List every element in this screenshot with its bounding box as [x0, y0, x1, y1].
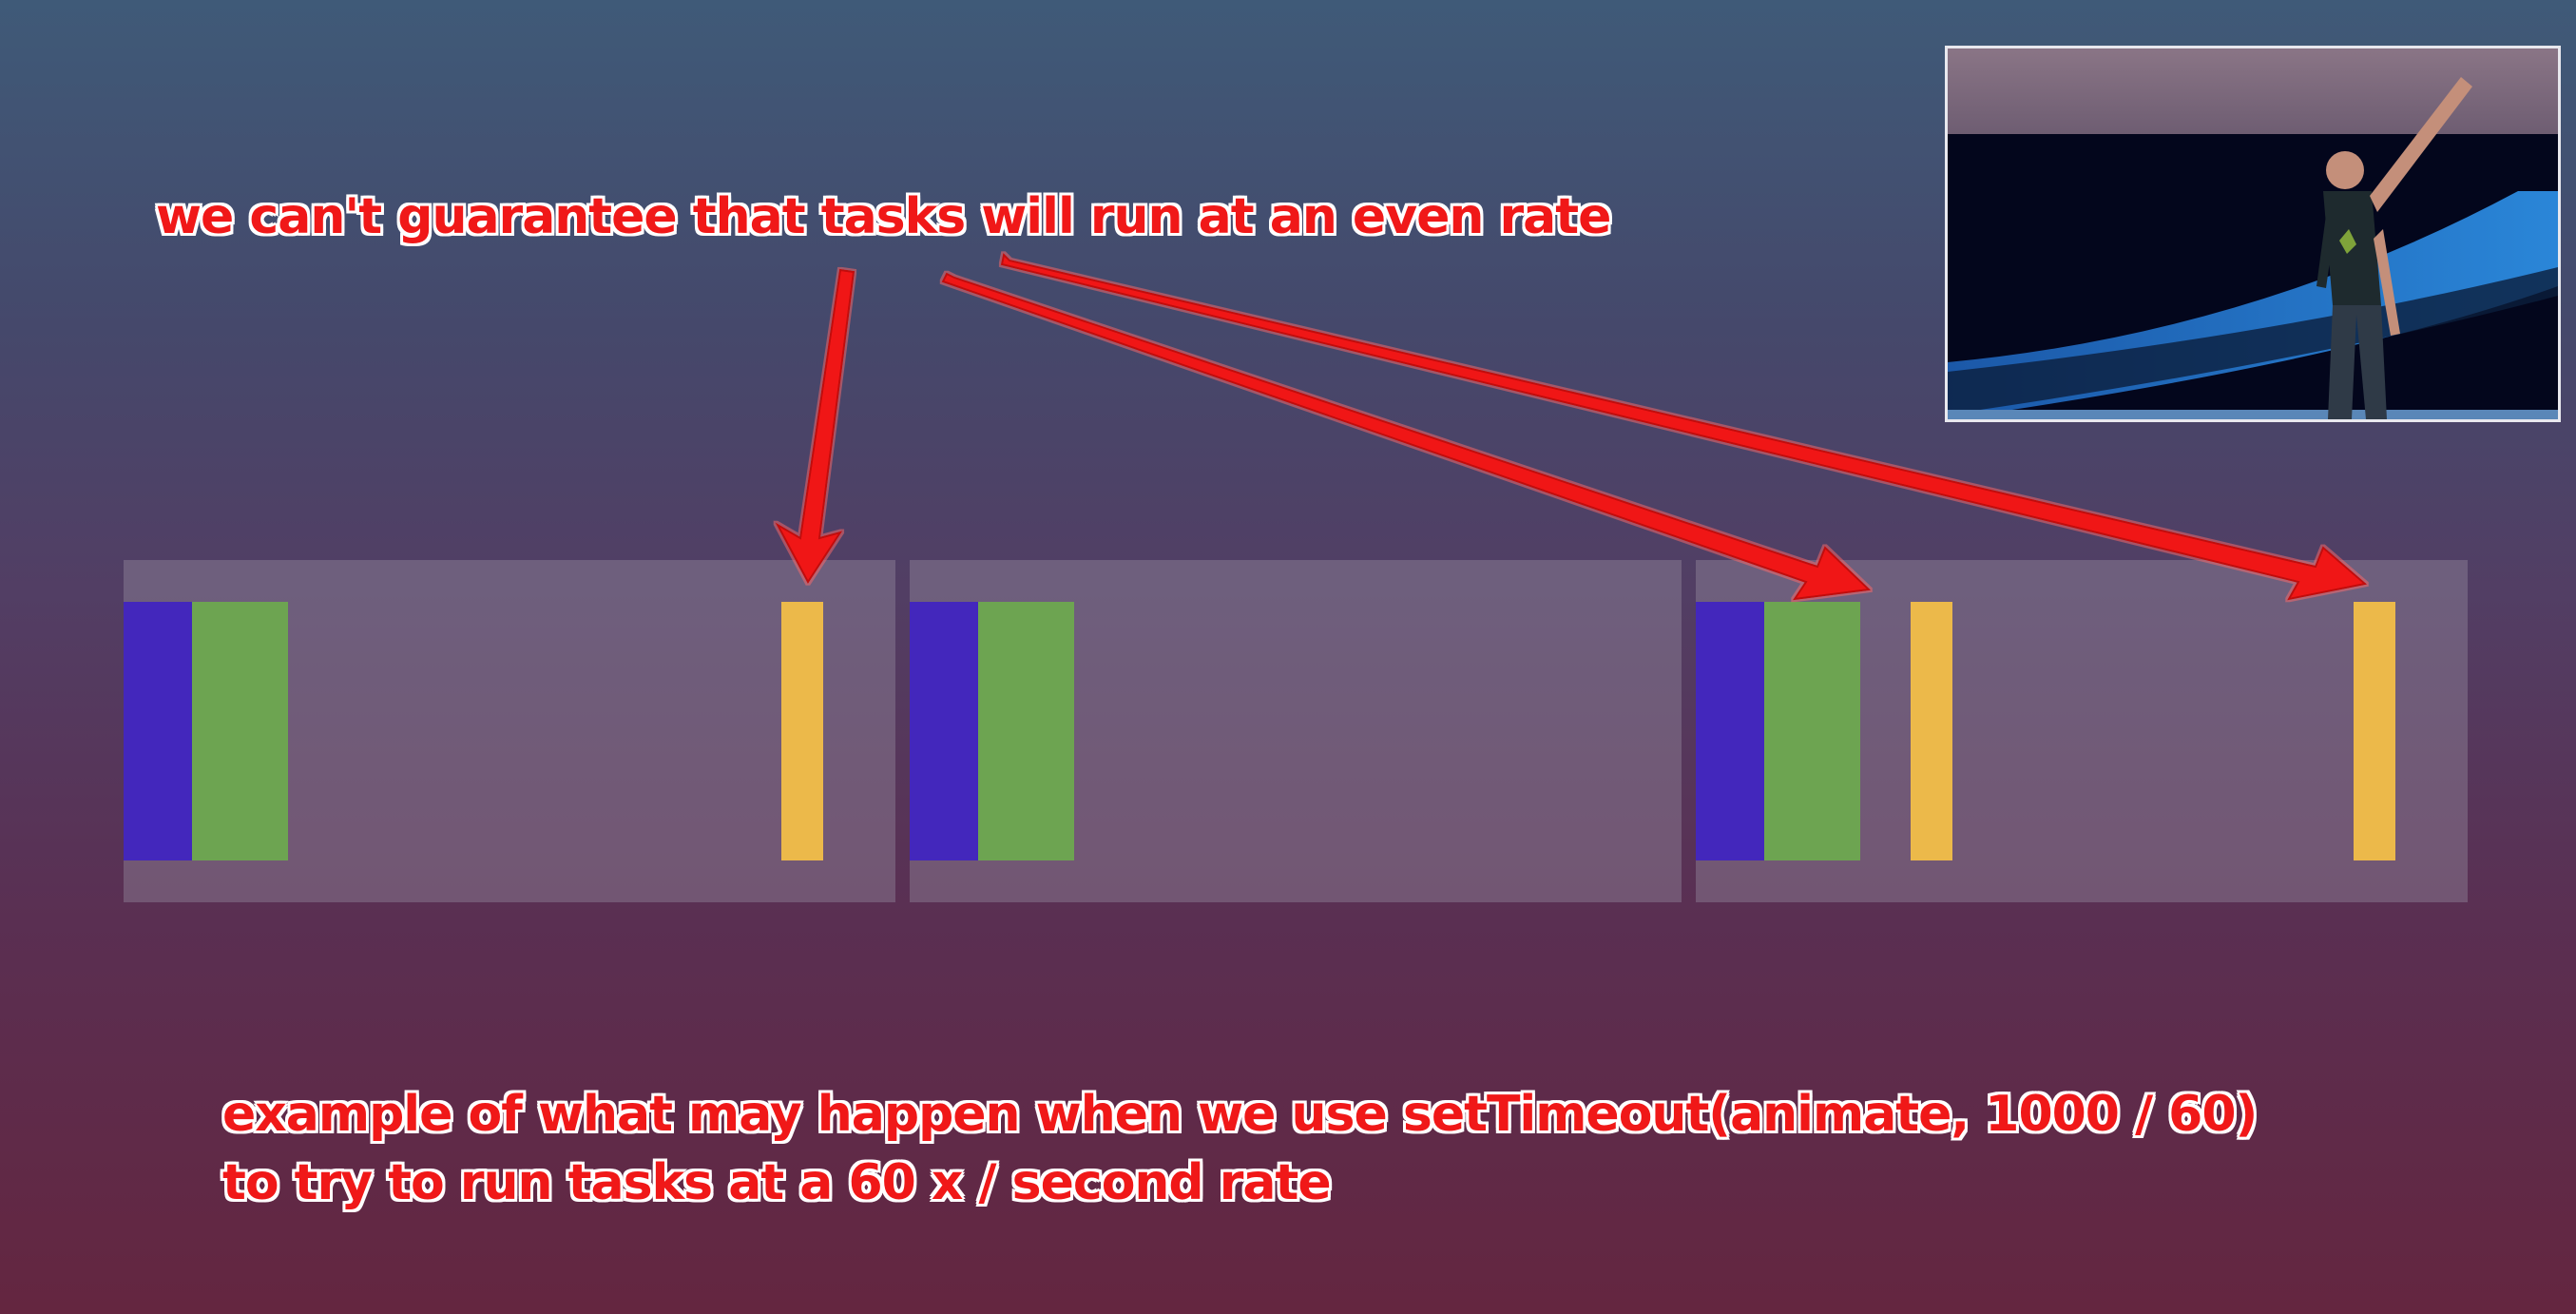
frame-1	[124, 560, 895, 902]
task-yellow	[1911, 602, 1952, 860]
task-purple	[1696, 602, 1764, 860]
annotation-bottom-line2: to try to run tasks at a 60 x / second r…	[222, 1154, 1332, 1211]
frame-3	[1696, 560, 2468, 902]
arrow-to-frame1-yellow	[775, 268, 855, 584]
task-green	[978, 602, 1074, 860]
task-purple	[124, 602, 192, 860]
presenter-video-image	[1948, 48, 2558, 419]
annotation-top: we can't guarantee that tasks will run a…	[156, 188, 1611, 245]
arrow-to-frame3-yellow-1	[941, 272, 1872, 601]
annotation-bottom: example of what may happen when we use s…	[222, 1080, 2258, 1217]
slide: we can't guarantee that tasks will run a…	[0, 0, 2576, 1314]
task-purple	[910, 602, 978, 860]
task-yellow	[2354, 602, 2395, 860]
task-yellow	[781, 602, 823, 860]
annotation-bottom-line1: example of what may happen when we use s…	[222, 1086, 2258, 1143]
task-green	[192, 602, 288, 860]
frame-2	[910, 560, 1682, 902]
presenter-video-inset	[1945, 46, 2561, 422]
task-green	[1764, 602, 1860, 860]
